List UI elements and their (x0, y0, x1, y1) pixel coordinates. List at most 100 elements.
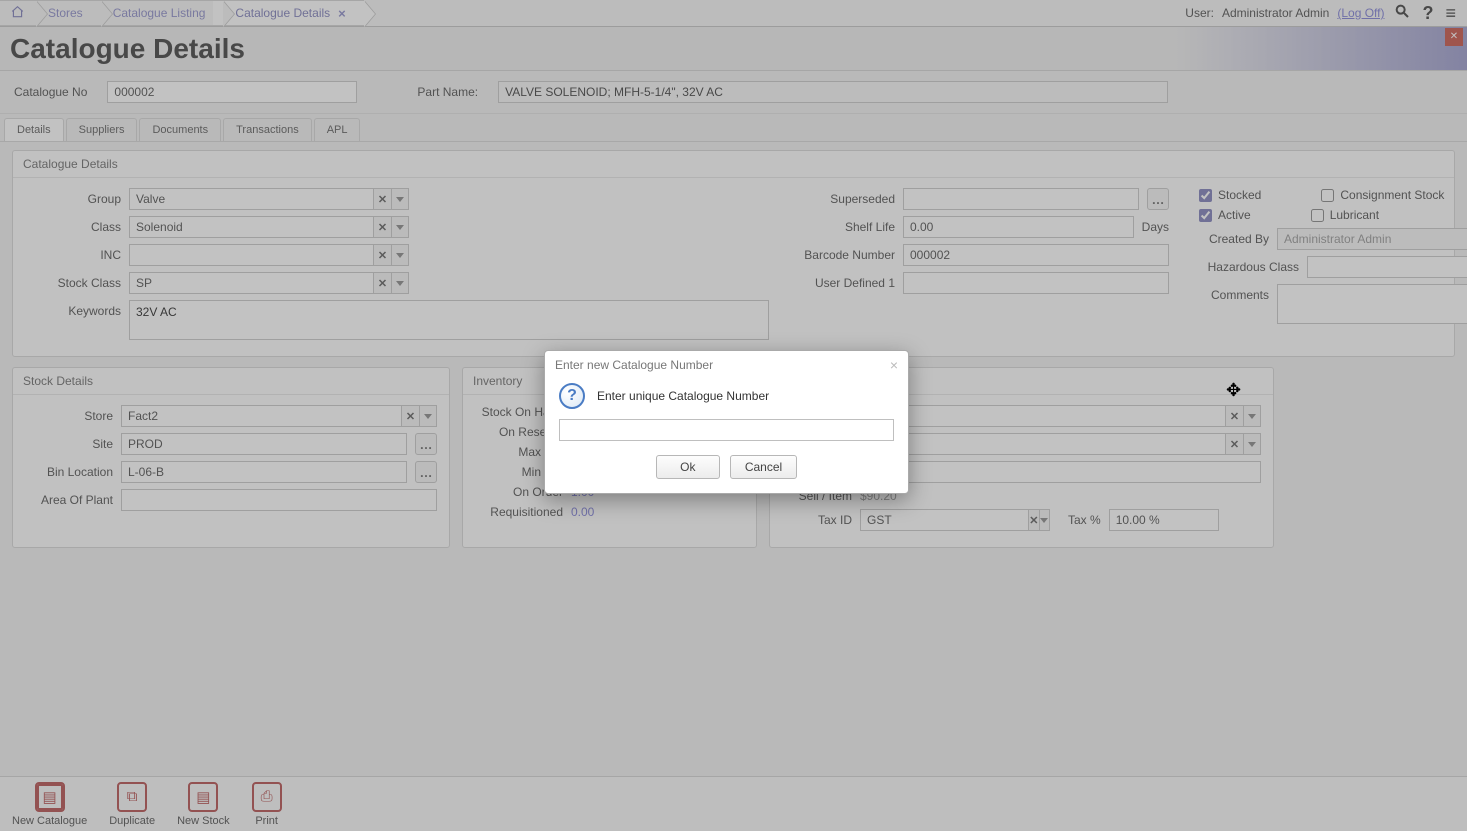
window-close-icon[interactable]: ✕ (1445, 28, 1463, 46)
print-button[interactable]: ⎙ Print (252, 782, 282, 827)
tax-pct-field[interactable] (1109, 509, 1219, 531)
store-field[interactable] (121, 405, 401, 427)
req-value[interactable]: 0.00 (571, 505, 594, 519)
tabstrip: Details Suppliers Documents Transactions… (0, 114, 1467, 142)
superseded-field[interactable] (903, 188, 1139, 210)
lookup-button[interactable]: … (415, 433, 437, 455)
help-icon[interactable]: ? (1420, 3, 1435, 24)
chevron-down-icon[interactable] (1039, 509, 1050, 531)
topbar: Stores Catalogue Listing Catalogue Detai… (0, 0, 1467, 27)
inc-field[interactable] (129, 244, 373, 266)
tab-apl[interactable]: APL (314, 118, 361, 141)
shelf-life-field[interactable] (903, 216, 1134, 238)
stock-class-combo[interactable]: ✕ (129, 272, 409, 294)
document-plus-icon: ▤ (35, 782, 65, 812)
keywords-label: Keywords (25, 300, 121, 318)
cancel-button[interactable]: Cancel (730, 455, 797, 479)
ud1-field[interactable] (903, 272, 1169, 294)
barcode-field[interactable] (903, 244, 1169, 266)
clear-icon[interactable]: ✕ (373, 188, 391, 210)
lubricant-input[interactable] (1311, 209, 1324, 222)
catalogue-no-field[interactable] (107, 81, 357, 103)
clear-icon[interactable]: ✕ (373, 272, 391, 294)
tax-id-field[interactable] (860, 509, 1028, 531)
chevron-down-icon[interactable] (1243, 405, 1261, 427)
tab-suppliers[interactable]: Suppliers (66, 118, 138, 141)
duplicate-icon: ⧉ (117, 782, 147, 812)
lubricant-checkbox[interactable]: Lubricant (1311, 208, 1379, 222)
clear-icon[interactable]: ✕ (1225, 405, 1243, 427)
tab-documents[interactable]: Documents (139, 118, 221, 141)
catalogue-no-label: Catalogue No (14, 85, 87, 99)
dialog-close-icon[interactable]: × (890, 357, 898, 373)
inc-label: INC (25, 248, 121, 262)
new-catalogue-button[interactable]: ▤ New Catalogue (12, 782, 87, 827)
stocked-input[interactable] (1199, 189, 1212, 202)
store-label: Store (25, 409, 113, 423)
pricing-combo-2[interactable]: ✕ (860, 433, 1261, 455)
question-icon: ? (559, 383, 585, 409)
duplicate-button[interactable]: ⧉ Duplicate (109, 782, 155, 827)
area-field[interactable] (121, 489, 437, 511)
shelf-life-label: Shelf Life (799, 220, 895, 234)
breadcrumb-catalogue-details[interactable]: Catalogue Details × (213, 0, 363, 26)
bin-field[interactable] (121, 461, 407, 483)
site-field[interactable] (121, 433, 407, 455)
pricing-combo-1[interactable]: ✕ (860, 405, 1261, 427)
chevron-down-icon[interactable] (391, 244, 409, 266)
catalogue-number-dialog: Enter new Catalogue Number × ? Enter uni… (544, 350, 909, 494)
comments-field[interactable] (1277, 284, 1467, 324)
home-icon (10, 5, 25, 22)
group-field[interactable] (129, 188, 373, 210)
clear-icon[interactable]: ✕ (401, 405, 419, 427)
panel-catalogue-details: Catalogue Details Group ✕ Class (12, 150, 1455, 357)
store-combo[interactable]: ✕ (121, 405, 437, 427)
haz-class-combo[interactable]: ✕ (1307, 256, 1467, 278)
active-checkbox[interactable]: Active (1199, 208, 1251, 222)
clear-icon[interactable]: ✕ (1225, 433, 1243, 455)
stock-class-field[interactable] (129, 272, 373, 294)
new-stock-button[interactable]: ▤ New Stock (177, 782, 230, 827)
shelf-life-unit: Days (1142, 220, 1169, 234)
close-tab-icon[interactable]: × (338, 6, 346, 21)
topbar-right: User: Administrator Admin (Log Off) ? ≡ (1175, 0, 1467, 26)
inc-combo[interactable]: ✕ (129, 244, 409, 266)
chevron-down-icon[interactable] (1243, 433, 1261, 455)
haz-class-field[interactable] (1307, 256, 1467, 278)
chevron-down-icon[interactable] (419, 405, 437, 427)
pricing-field-3[interactable] (860, 461, 1261, 483)
group-combo[interactable]: ✕ (129, 188, 409, 210)
tab-transactions[interactable]: Transactions (223, 118, 312, 141)
clear-icon[interactable]: ✕ (373, 244, 391, 266)
consignment-input[interactable] (1321, 189, 1334, 202)
breadcrumb-label: Catalogue Details (235, 6, 330, 20)
pricing-field-1[interactable] (860, 405, 1225, 427)
req-label: Requisitioned (475, 505, 563, 519)
keywords-field[interactable] (129, 300, 769, 340)
ok-button[interactable]: Ok (656, 455, 720, 479)
created-by-label: Created By (1199, 232, 1269, 246)
pricing-field-2[interactable] (860, 433, 1225, 455)
logoff-link[interactable]: (Log Off) (1337, 6, 1384, 20)
stocked-checkbox[interactable]: Stocked (1199, 188, 1261, 202)
tax-id-combo[interactable]: ✕ (860, 509, 1050, 531)
lookup-button[interactable]: … (1147, 188, 1169, 210)
clear-icon[interactable]: ✕ (1028, 509, 1039, 531)
chevron-down-icon[interactable] (391, 272, 409, 294)
catalogue-number-input[interactable] (559, 419, 894, 441)
page-title: Catalogue Details (10, 33, 245, 65)
group-label: Group (25, 192, 121, 206)
chevron-down-icon[interactable] (391, 216, 409, 238)
active-input[interactable] (1199, 209, 1212, 222)
search-icon[interactable] (1392, 3, 1412, 24)
menu-icon[interactable]: ≡ (1443, 3, 1457, 24)
part-name-label: Part Name: (417, 85, 478, 99)
clear-icon[interactable]: ✕ (373, 216, 391, 238)
tab-details[interactable]: Details (4, 118, 64, 141)
breadcrumb-label: Catalogue Listing (113, 6, 206, 20)
consignment-checkbox[interactable]: Consignment Stock (1321, 188, 1444, 202)
lookup-button[interactable]: … (415, 461, 437, 483)
class-field[interactable] (129, 216, 373, 238)
class-combo[interactable]: ✕ (129, 216, 409, 238)
chevron-down-icon[interactable] (391, 188, 409, 210)
